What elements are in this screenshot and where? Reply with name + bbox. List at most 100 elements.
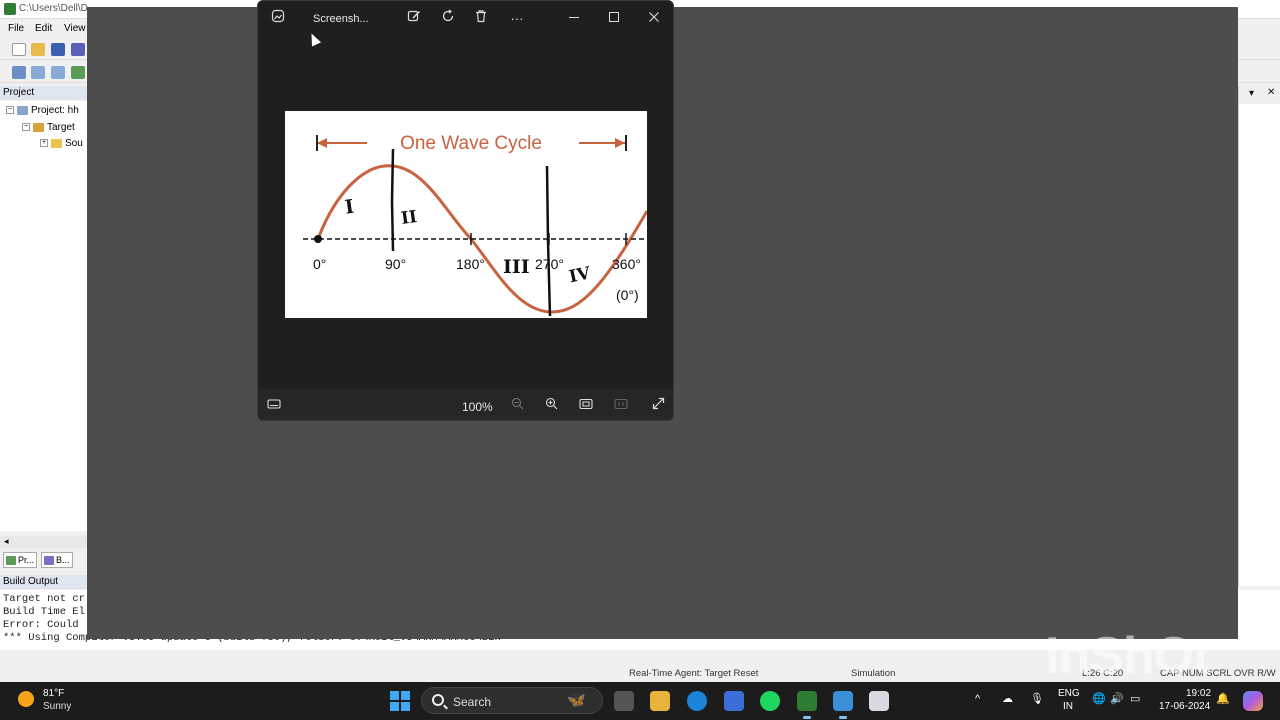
- maximize-icon[interactable]: [604, 9, 624, 29]
- menu-edit[interactable]: Edit: [35, 23, 52, 34]
- rotate-icon[interactable]: [438, 9, 458, 29]
- microsoft-store-icon[interactable]: [724, 691, 744, 711]
- edge-browser-icon[interactable]: [687, 691, 707, 711]
- quadrant-label-3: III: [503, 256, 530, 278]
- target-icon: [33, 122, 44, 132]
- save-icon[interactable]: [51, 43, 65, 56]
- search-icon: [432, 694, 444, 706]
- build-output-header: Build Output: [0, 575, 90, 589]
- angle-label-90: 90°: [385, 256, 406, 272]
- right-panel-header: ▾ ✕: [1239, 86, 1280, 104]
- photos-app-icon[interactable]: [833, 691, 853, 719]
- tree-item-target[interactable]: − Target: [22, 122, 75, 133]
- zoom-in-icon[interactable]: [541, 396, 561, 416]
- tree-item-project[interactable]: − Project: hh: [6, 105, 79, 116]
- weather-temperature[interactable]: 81°F: [43, 688, 64, 699]
- delete-icon[interactable]: [471, 9, 491, 29]
- notification-bell-icon[interactable]: 🔔: [1216, 692, 1230, 705]
- arrow-head-left: [317, 138, 327, 148]
- translate-icon[interactable]: [12, 66, 26, 79]
- collapse-icon[interactable]: −: [22, 123, 30, 132]
- gallery-icon[interactable]: [268, 9, 288, 29]
- edit-image-icon[interactable]: [404, 9, 424, 29]
- weather-description[interactable]: Sunny: [43, 701, 71, 712]
- clock-time[interactable]: 19:02: [1186, 688, 1211, 699]
- photos-viewer-window: Screensh... ··· One Wave Cycle 0° 90° 18…: [257, 0, 674, 421]
- project-bottom-tabs: Pr... B...: [0, 550, 90, 570]
- folder-icon: [51, 138, 62, 148]
- dropdown-arrow-icon[interactable]: ▾: [1249, 88, 1254, 99]
- expand-icon[interactable]: +: [40, 139, 48, 148]
- tab-project[interactable]: Pr...: [3, 552, 38, 568]
- arrow-head-right: [615, 138, 625, 148]
- keil-uvision-icon[interactable]: [797, 691, 817, 719]
- batch-build-icon[interactable]: [71, 66, 85, 79]
- displayed-image: One Wave Cycle 0° 90° 180° 270° 360° (0°…: [285, 111, 649, 318]
- quadrant-label-2: II: [400, 207, 419, 229]
- task-view-icon[interactable]: [614, 691, 634, 711]
- search-placeholder: Search: [453, 695, 492, 709]
- zoom-out-icon[interactable]: [507, 396, 527, 416]
- project-panel-header: Project: [0, 86, 90, 100]
- cloud-sync-icon[interactable]: ☁: [1002, 692, 1013, 705]
- divider-line-90: [390, 148, 395, 252]
- full-screen-icon[interactable]: [648, 396, 668, 416]
- scroll-left-arrow-icon[interactable]: ◂: [4, 536, 9, 547]
- file-explorer-icon[interactable]: [650, 691, 670, 711]
- filmstrip-icon[interactable]: [264, 396, 284, 416]
- language-indicator-line2[interactable]: IN: [1063, 701, 1073, 712]
- battery-icon[interactable]: ▭: [1130, 692, 1140, 705]
- microphone-icon[interactable]: 🎙: [1030, 692, 1044, 705]
- build-line: Error: Could: [3, 619, 79, 631]
- open-folder-icon[interactable]: [31, 43, 45, 56]
- quadrant-label-4: IV: [567, 263, 593, 287]
- rebuild-icon[interactable]: [51, 66, 65, 79]
- actual-size-icon[interactable]: [611, 396, 631, 416]
- project-hscrollbar[interactable]: ◂: [0, 536, 90, 548]
- show-hidden-icons-chevron-icon[interactable]: ^: [975, 693, 980, 705]
- angle-label-270: 270°: [535, 256, 564, 272]
- close-icon[interactable]: ✕: [1267, 87, 1275, 98]
- project-tab-icon: [6, 556, 16, 565]
- collapse-icon[interactable]: −: [6, 106, 14, 115]
- project-tree: − Project: hh − Target + Sou: [0, 101, 90, 531]
- keil-app-icon: [4, 3, 16, 15]
- windows-logo-icon: [390, 702, 399, 711]
- tree-item-source[interactable]: + Sou: [40, 138, 83, 149]
- sun-weather-icon[interactable]: [18, 691, 34, 707]
- close-icon[interactable]: [644, 9, 664, 29]
- menu-view[interactable]: View: [64, 23, 86, 34]
- spotify-icon[interactable]: [760, 691, 780, 711]
- clock-date[interactable]: 17-06-2024: [1159, 701, 1210, 712]
- save-all-icon[interactable]: [71, 43, 85, 56]
- ide-title-path: C:\Users\Dell\D: [19, 3, 88, 14]
- butterfly-highlight-icon: 🦋: [567, 692, 586, 709]
- start-button[interactable]: [390, 691, 410, 711]
- taskbar-search-box[interactable]: Search 🦋: [421, 687, 603, 714]
- end-angle-label: (0°): [616, 287, 639, 303]
- wave-cycle-diagram: One Wave Cycle 0° 90° 180° 270° 360° (0°…: [303, 133, 649, 317]
- more-options-icon[interactable]: ···: [507, 9, 527, 29]
- fit-to-window-icon[interactable]: [576, 396, 596, 416]
- viewer-file-title: Screensh...: [313, 13, 369, 25]
- volume-icon[interactable]: 🔊: [1110, 692, 1124, 705]
- copilot-icon[interactable]: [1243, 691, 1263, 711]
- new-file-icon[interactable]: [12, 43, 26, 56]
- zoom-level: 100%: [462, 400, 493, 414]
- tab-books[interactable]: B...: [41, 552, 73, 568]
- angle-label-0: 0°: [313, 256, 326, 272]
- minimize-icon[interactable]: [564, 9, 584, 29]
- language-indicator-line1[interactable]: ENG: [1058, 688, 1080, 699]
- status-agent: Real-Time Agent: Target Reset: [629, 668, 759, 679]
- right-docked-panel: ▾ ✕: [1238, 86, 1280, 586]
- menu-file[interactable]: File: [8, 23, 24, 34]
- network-globe-icon[interactable]: 🌐: [1092, 692, 1106, 705]
- angle-label-180: 180°: [456, 256, 485, 272]
- origin-dot: [314, 235, 322, 243]
- books-tab-icon: [44, 556, 54, 565]
- build-line: Target not cr: [3, 593, 85, 605]
- project-icon: [17, 105, 28, 115]
- snipping-tool-icon[interactable]: [869, 691, 889, 711]
- build-icon[interactable]: [31, 66, 45, 79]
- status-mode: Simulation: [851, 668, 896, 679]
